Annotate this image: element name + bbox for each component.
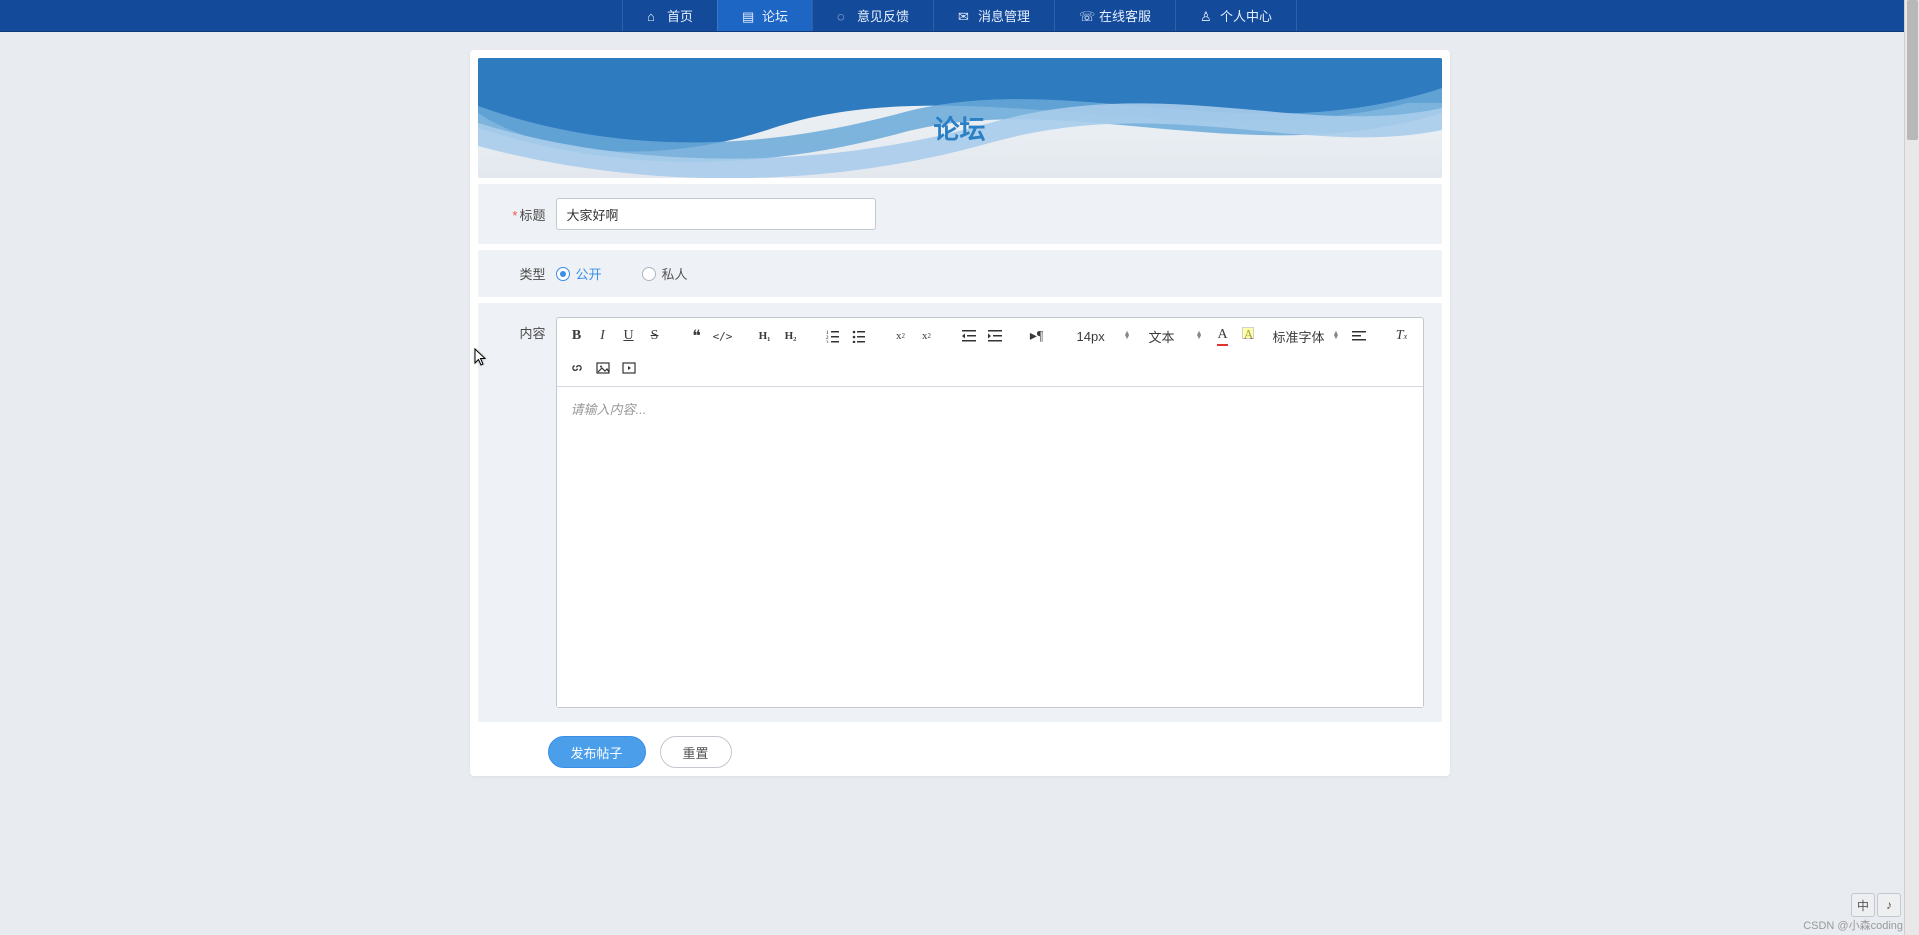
nav-label: 个人中心 [1220,6,1272,25]
message-icon [958,9,972,23]
svg-text:3: 3 [826,341,829,343]
rich-text-editor: B I U S ❝ </> H₁ H₂ 123 x2 x2 [556,317,1424,708]
title-label: *标题 [496,205,546,224]
align-icon [1352,329,1366,343]
nav-feedback[interactable]: 意见反馈 [812,0,933,31]
strike-button[interactable]: S [643,324,667,348]
action-buttons: 发布帖子 重置 [478,722,1442,768]
editor-toolbar: B I U S ❝ </> H₁ H₂ 123 x2 x2 [557,318,1423,387]
highlight-color-button[interactable]: A [1237,324,1261,348]
indent-button[interactable] [983,324,1007,348]
forum-icon [742,9,756,23]
nav-home[interactable]: 首页 [622,0,717,31]
nav-label: 消息管理 [978,6,1030,25]
align-button[interactable] [1347,324,1371,348]
h2-button[interactable]: H₂ [779,324,803,348]
ime-indicator[interactable]: 中 ♪ [1851,893,1901,917]
link-button[interactable] [565,356,589,380]
nav-service[interactable]: 在线客服 [1054,0,1175,31]
content-label: 内容 [496,317,546,342]
hero-banner: 论坛 [478,58,1442,178]
image-icon [596,361,610,375]
required-asterisk: * [512,208,517,223]
nav-label: 在线客服 [1099,6,1151,25]
subscript-button[interactable]: x2 [889,324,913,348]
header-select[interactable]: 文本 ▲▼ [1139,324,1209,348]
font-size-select[interactable]: 14px ▲▼ [1067,324,1137,348]
outdent-icon [962,329,976,343]
top-navbar: 首页 论坛 意见反馈 消息管理 在线客服 个人中心 [0,0,1919,32]
caret-icon: ▲▼ [1124,332,1131,340]
caret-icon: ▲▼ [1196,332,1203,340]
nav-label: 意见反馈 [857,6,909,25]
bullet-list-icon [852,329,866,343]
page-scrollbar[interactable] [1904,0,1919,935]
superscript-button[interactable]: x2 [915,324,939,348]
h1-button[interactable]: H₁ [753,324,777,348]
quote-button[interactable]: ❝ [685,324,709,348]
feedback-icon [837,9,851,23]
user-icon [1200,9,1214,23]
title-input[interactable] [556,198,876,230]
ime-lang[interactable]: 中 [1851,893,1875,917]
radio-label: 公开 [576,264,602,283]
scrollbar-thumb[interactable] [1907,0,1918,140]
video-icon [622,361,636,375]
watermark-text: CSDN @小森coding [1803,917,1903,933]
font-family-select[interactable]: 标准字体 ▲▼ [1263,324,1346,348]
editor-textarea[interactable]: 请输入内容... [557,387,1423,707]
reset-button[interactable]: 重置 [660,736,732,768]
radio-dot-icon [642,267,656,281]
ordered-list-button[interactable]: 123 [821,324,845,348]
radio-dot-icon [556,267,570,281]
outdent-button[interactable] [957,324,981,348]
form-row-title: *标题 [478,184,1442,244]
image-button[interactable] [591,356,615,380]
bullet-list-button[interactable] [847,324,871,348]
hero-title: 论坛 [933,109,985,146]
nav-message[interactable]: 消息管理 [933,0,1054,31]
ordered-list-icon: 123 [826,329,840,343]
service-icon [1079,9,1093,23]
nav-label: 首页 [667,6,693,25]
italic-button[interactable]: I [591,324,615,348]
nav-forum[interactable]: 论坛 [717,0,812,31]
code-button[interactable]: </> [711,324,735,348]
bold-button[interactable]: B [565,324,589,348]
indent-icon [988,329,1002,343]
link-icon [570,361,584,375]
caret-icon: ▲▼ [1333,332,1340,340]
main-panel: 论坛 *标题 类型 公开 私人 内容 B I U [470,50,1450,776]
home-icon [647,9,661,23]
text-color-button[interactable]: A [1211,324,1235,348]
radio-private[interactable]: 私人 [642,264,688,283]
radio-public[interactable]: 公开 [556,264,602,283]
underline-button[interactable]: U [617,324,641,348]
form-row-content: 内容 B I U S ❝ </> H₁ H₂ 123 [478,303,1442,722]
clear-format-button[interactable]: Tx [1389,324,1413,348]
type-label: 类型 [496,264,546,283]
nav-label: 论坛 [762,6,788,25]
form-row-type: 类型 公开 私人 [478,250,1442,297]
radio-label: 私人 [662,264,688,283]
nav-user-center[interactable]: 个人中心 [1175,0,1297,31]
video-button[interactable] [617,356,641,380]
direction-button[interactable]: ▸¶ [1025,324,1049,348]
ime-mode[interactable]: ♪ [1877,893,1901,917]
publish-button[interactable]: 发布帖子 [548,736,646,768]
